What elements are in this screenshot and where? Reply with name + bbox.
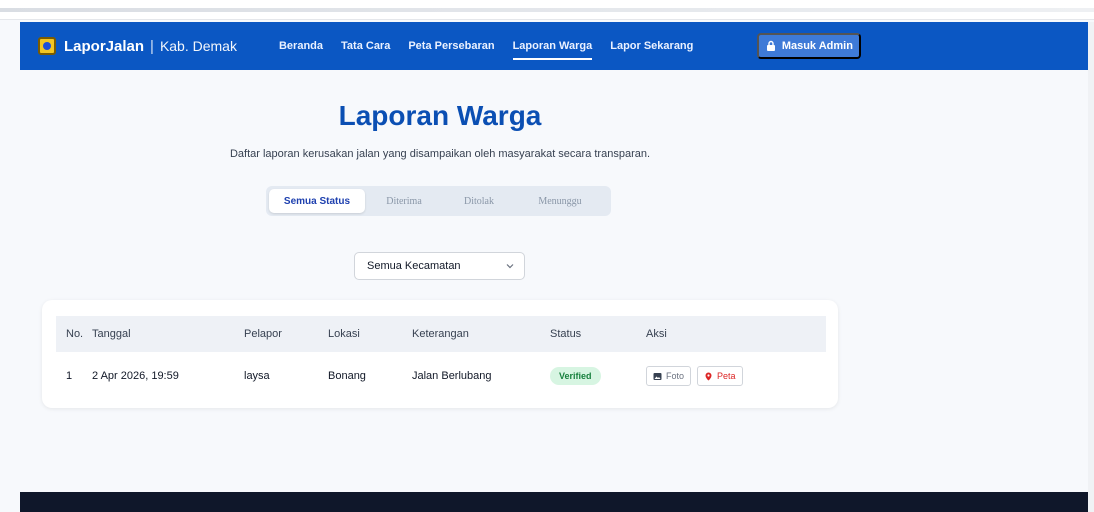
- admin-login-label: Masuk Admin: [781, 40, 853, 52]
- map-pin-icon: [705, 372, 712, 380]
- admin-login-button[interactable]: Masuk Admin: [757, 33, 862, 59]
- header-keterangan: Keterangan: [412, 328, 469, 340]
- header-pelapor: Pelapor: [244, 328, 282, 340]
- shield-logo-icon: [38, 37, 56, 55]
- cell-no: 1: [66, 370, 73, 382]
- cell-description: Jalan Berlubang: [412, 370, 492, 382]
- nav-item-lapor-sekarang[interactable]: Lapor Sekarang: [610, 22, 693, 70]
- map-button[interactable]: Peta: [697, 366, 743, 386]
- photo-button-label: Foto: [666, 371, 685, 381]
- page-description: Daftar laporan kerusakan jalan yang disa…: [229, 148, 651, 160]
- district-select-value: Semua Kecamatan: [367, 260, 461, 272]
- browser-top-strip: [0, 0, 1094, 20]
- nav-item-tata-cara[interactable]: Tata Cara: [341, 22, 390, 70]
- header-aksi: Aksi: [646, 328, 667, 340]
- header-status: Status: [550, 328, 582, 340]
- chevron-down-icon: [506, 264, 514, 269]
- cell-location: Bonang: [328, 370, 366, 382]
- lock-icon: [766, 40, 776, 51]
- brand-subtitle: Kab. Demak: [159, 38, 237, 54]
- navbar: LaporJalan | Kab. Demak Beranda Tata Car…: [20, 22, 1094, 70]
- header-tanggal: Tanggal: [92, 328, 131, 340]
- header-lokasi: Lokasi: [328, 328, 360, 340]
- table-row: 1 2 Apr 2026, 19:59 laysa Bonang Jalan B…: [56, 358, 826, 394]
- status-tabs: Semua Status Diterima Ditolak Menunggu: [266, 186, 611, 216]
- district-select[interactable]: Semua Kecamatan: [354, 252, 525, 280]
- reports-table-card: No. Tanggal Pelapor Lokasi Keterangan St…: [42, 300, 838, 408]
- browser-bar: [0, 8, 1094, 12]
- tab-semua-status[interactable]: Semua Status: [269, 189, 365, 213]
- status-badge: Verified: [550, 367, 601, 385]
- nav-item-beranda[interactable]: Beranda: [279, 22, 323, 70]
- nav-item-laporan-warga[interactable]: Laporan Warga: [512, 22, 592, 70]
- cell-reporter: laysa: [244, 370, 270, 382]
- cell-status: Verified: [550, 367, 646, 385]
- cell-date: 2 Apr 2026, 19:59: [92, 370, 179, 382]
- header-no: No.: [66, 328, 84, 340]
- brand-separator: |: [150, 37, 154, 55]
- page-title: Laporan Warga: [338, 100, 542, 131]
- brand[interactable]: LaporJalan | Kab. Demak: [38, 37, 237, 55]
- tab-ditolak[interactable]: Ditolak: [443, 189, 515, 213]
- brand-name: LaporJalan: [64, 37, 145, 55]
- window-right-edge: [1088, 22, 1094, 512]
- map-button-label: Peta: [717, 371, 736, 381]
- cell-actions: Foto Peta: [646, 366, 826, 386]
- nav-item-peta-persebaran[interactable]: Peta Persebaran: [408, 22, 494, 70]
- tab-menunggu[interactable]: Menunggu: [515, 189, 605, 213]
- tab-diterima[interactable]: Diterima: [365, 189, 443, 213]
- main-nav: Beranda Tata Cara Peta Persebaran Lapora…: [279, 22, 711, 70]
- image-icon: [653, 372, 662, 380]
- footer: [20, 492, 1094, 512]
- table-header: No. Tanggal Pelapor Lokasi Keterangan St…: [56, 316, 826, 352]
- photo-button[interactable]: Foto: [646, 366, 692, 386]
